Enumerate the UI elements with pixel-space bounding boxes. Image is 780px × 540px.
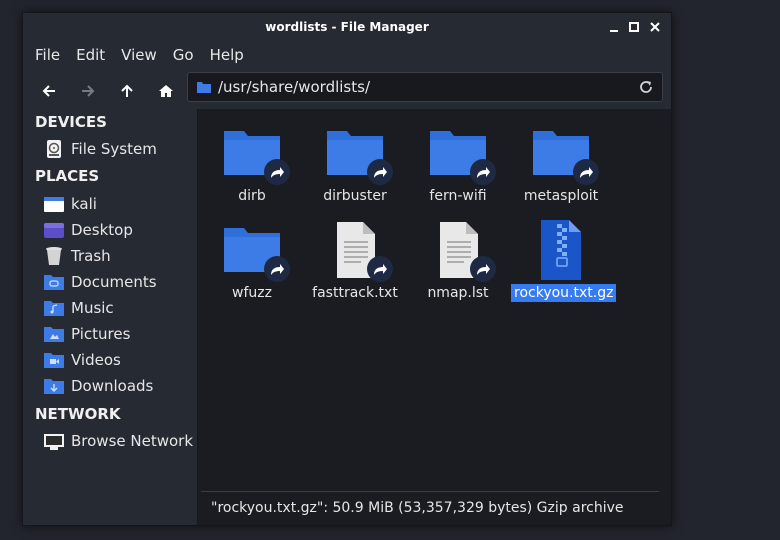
file-item-metasploit[interactable]: metasploit <box>511 123 611 205</box>
places-heading: PLACES <box>35 167 100 185</box>
sidebar-item-file-system[interactable]: File System <box>43 137 193 161</box>
folder-icon <box>323 123 393 185</box>
sidebar-item-label: Desktop <box>71 221 133 239</box>
documents-folder-icon <box>43 272 65 292</box>
sidebar-item-label: Browse Network <box>71 432 194 450</box>
sidebar-item-trash[interactable]: Trash <box>43 244 193 268</box>
minimize-icon[interactable] <box>607 20 621 34</box>
sidebar-item-music[interactable]: Music <box>43 296 193 320</box>
arrow-up-icon <box>121 84 133 97</box>
network-icon <box>43 431 65 451</box>
home-icon <box>159 85 173 97</box>
arrow-left-icon <box>42 85 55 97</box>
file-name-selected: rockyou.txt.gz <box>511 284 617 302</box>
window-title: wordlists - File Manager <box>265 20 429 34</box>
pictures-folder-icon <box>43 324 65 344</box>
file-name: metasploit <box>523 188 599 204</box>
text-file-icon <box>323 220 393 282</box>
videos-folder-icon <box>43 350 65 370</box>
arrow-right-icon <box>82 85 95 97</box>
symlink-arrow-icon <box>367 159 393 185</box>
file-item-fasttrack[interactable]: fasttrack.txt <box>305 220 405 302</box>
archive-icon <box>529 220 593 280</box>
symlink-arrow-icon <box>470 159 496 185</box>
menu-view[interactable]: View <box>113 41 165 69</box>
folder-icon <box>197 82 211 93</box>
sidebar-item-label: Pictures <box>71 325 131 343</box>
menu-help[interactable]: Help <box>202 41 252 69</box>
folder-icon <box>426 123 496 185</box>
file-name: fern-wifi <box>429 188 487 204</box>
toolbar: /usr/share/wordlists/ <box>23 69 671 113</box>
symlink-arrow-icon <box>264 256 290 282</box>
sidebar-item-label: Documents <box>71 273 157 291</box>
file-manager-window: wordlists - File Manager File Edit View … <box>22 12 672 526</box>
sidebar-item-label: Music <box>71 299 114 317</box>
devices-heading: DEVICES <box>35 113 107 131</box>
file-item-fern-wifi[interactable]: fern-wifi <box>408 123 508 205</box>
title-bar[interactable]: wordlists - File Manager <box>23 13 671 41</box>
location-path[interactable]: /usr/share/wordlists/ <box>218 73 370 101</box>
menu-file[interactable]: File <box>27 41 68 69</box>
file-name: wfuzz <box>232 285 272 301</box>
file-name: fasttrack.txt <box>312 285 398 301</box>
sidebar-item-kali[interactable]: kali <box>43 192 193 216</box>
sidebar: DEVICES File System PLACES kali Desktop … <box>23 109 198 525</box>
symlink-arrow-icon <box>367 256 393 282</box>
network-heading: NETWORK <box>35 405 121 423</box>
close-icon[interactable] <box>648 20 662 34</box>
sidebar-item-label: Trash <box>71 247 111 265</box>
forward-button[interactable] <box>74 77 102 105</box>
maximize-icon[interactable] <box>627 20 641 34</box>
folder-icon <box>220 123 290 185</box>
file-name: nmap.lst <box>427 285 489 301</box>
desktop-icon <box>43 220 65 240</box>
sidebar-item-browse-network[interactable]: Browse Network <box>43 429 193 453</box>
sidebar-item-downloads[interactable]: Downloads <box>43 374 193 398</box>
home-button[interactable] <box>152 77 180 105</box>
reload-icon[interactable] <box>638 79 654 95</box>
file-item-nmap-lst[interactable]: nmap.lst <box>408 220 508 302</box>
location-bar[interactable]: /usr/share/wordlists/ <box>187 72 663 102</box>
status-text: "rockyou.txt.gz": 50.9 MiB (53,357,329 b… <box>211 500 624 516</box>
sidebar-item-label: kali <box>71 195 97 213</box>
sidebar-item-label: Downloads <box>71 377 154 395</box>
text-file-icon <box>426 220 496 282</box>
sidebar-item-documents[interactable]: Documents <box>43 270 193 294</box>
home-folder-icon <box>43 194 65 214</box>
file-view[interactable]: dirb dirbuster fern-wifi metasploit wfuz… <box>198 109 671 525</box>
back-button[interactable] <box>35 77 63 105</box>
sidebar-item-videos[interactable]: Videos <box>43 348 193 372</box>
folder-icon <box>529 123 599 185</box>
status-bar: "rockyou.txt.gz": 50.9 MiB (53,357,329 b… <box>201 491 659 524</box>
file-item-dirbuster[interactable]: dirbuster <box>305 123 405 205</box>
downloads-folder-icon <box>43 376 65 396</box>
sidebar-item-label: Videos <box>71 351 121 369</box>
sidebar-item-desktop[interactable]: Desktop <box>43 218 193 242</box>
harddisk-icon <box>43 139 65 159</box>
file-name: dirbuster <box>323 188 387 204</box>
folder-icon <box>220 220 290 282</box>
trash-icon <box>43 246 65 266</box>
symlink-arrow-icon <box>264 159 290 185</box>
sidebar-item-label: File System <box>71 140 157 158</box>
menu-bar: File Edit View Go Help <box>23 41 671 69</box>
symlink-arrow-icon <box>573 159 599 185</box>
menu-go[interactable]: Go <box>165 41 202 69</box>
file-item-wfuzz[interactable]: wfuzz <box>202 220 302 302</box>
symlink-arrow-icon <box>470 256 496 282</box>
sidebar-item-pictures[interactable]: Pictures <box>43 322 193 346</box>
up-button[interactable] <box>113 77 141 105</box>
menu-edit[interactable]: Edit <box>68 41 113 69</box>
file-name: dirb <box>238 188 266 204</box>
music-folder-icon <box>43 298 65 318</box>
file-item-rockyou[interactable]: rockyou.txt.gz <box>511 220 617 302</box>
file-item-dirb[interactable]: dirb <box>202 123 302 205</box>
